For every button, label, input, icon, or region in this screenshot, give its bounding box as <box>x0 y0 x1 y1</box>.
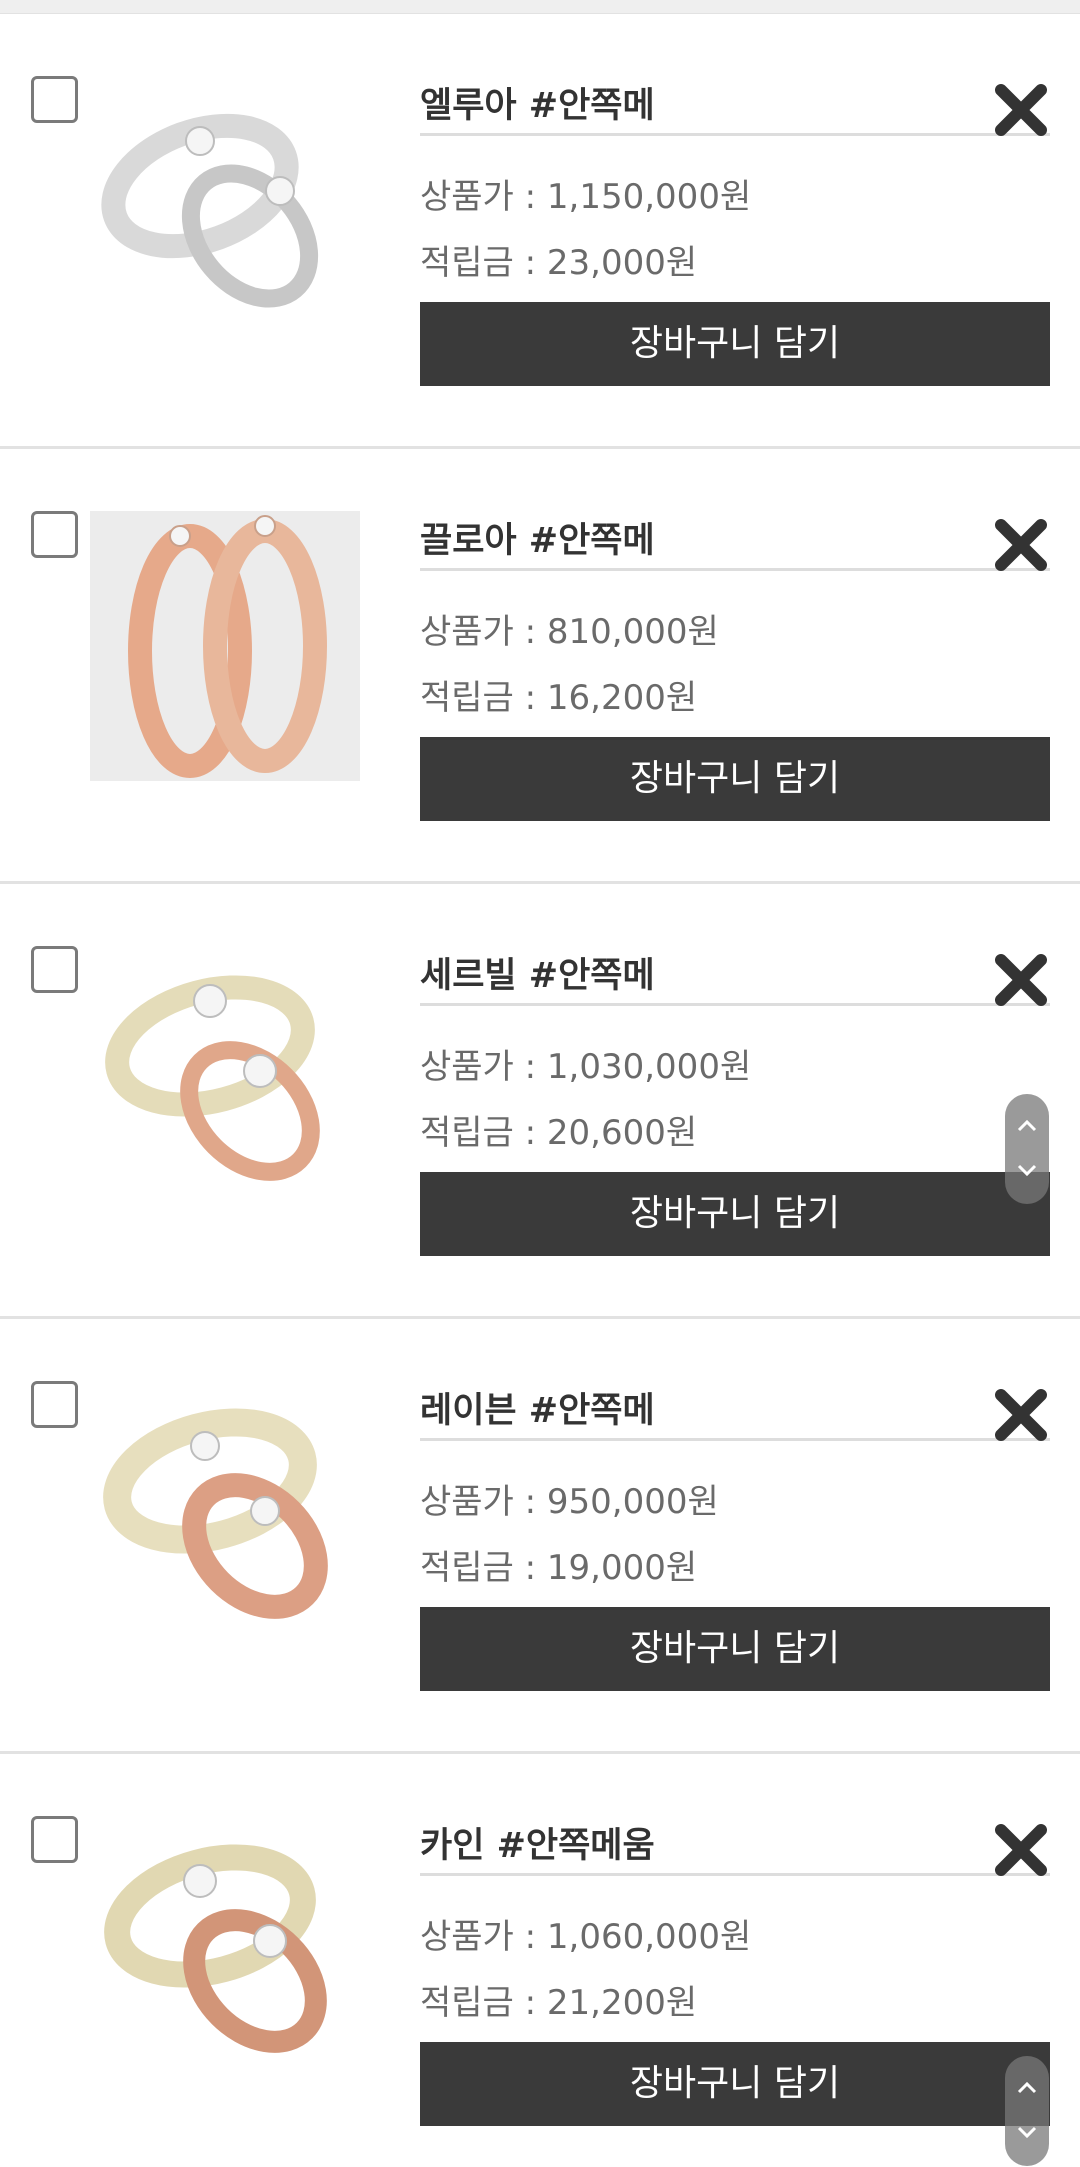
scroll-handle[interactable] <box>1005 1094 1049 1204</box>
chevron-up-icon[interactable] <box>1013 2074 1041 2102</box>
add-to-cart-button[interactable]: 장바구니 담기 <box>420 737 1050 821</box>
product-name[interactable]: 끌로아 #안쪽메 <box>420 511 1050 571</box>
item-select-checkbox[interactable] <box>31 1816 78 1863</box>
chevron-down-icon[interactable] <box>1013 1156 1041 1184</box>
item-select-checkbox[interactable] <box>31 76 78 123</box>
item-select-checkbox[interactable] <box>31 946 78 993</box>
ring-image <box>90 1381 360 1651</box>
cart-item: 카인 #안쪽메움 상품가 : 1,060,000원 적립금 : 21,200원 … <box>0 1754 1080 2167</box>
chevron-down-icon[interactable] <box>1013 2118 1041 2146</box>
product-price: 상품가 : 1,150,000원 <box>420 177 752 217</box>
product-price: 상품가 : 1,030,000원 <box>420 1047 752 1087</box>
product-name[interactable]: 엘루아 #안쪽메 <box>420 76 1050 136</box>
item-select-checkbox[interactable] <box>31 1381 78 1428</box>
product-points: 적립금 : 23,000원 <box>420 243 698 283</box>
ring-image <box>90 511 360 781</box>
product-price: 상품가 : 1,060,000원 <box>420 1917 752 1957</box>
product-thumbnail[interactable] <box>90 1381 360 1651</box>
add-to-cart-button[interactable]: 장바구니 담기 <box>420 1172 1050 1256</box>
add-to-cart-button[interactable]: 장바구니 담기 <box>420 302 1050 386</box>
cart-item: 끌로아 #안쪽메 상품가 : 810,000원 적립금 : 16,200원 장바… <box>0 449 1080 884</box>
product-thumbnail[interactable] <box>90 511 360 781</box>
product-price: 상품가 : 810,000원 <box>420 612 719 652</box>
scroll-handle[interactable] <box>1005 2056 1049 2166</box>
product-name[interactable]: 세르빌 #안쪽메 <box>420 946 1050 1006</box>
item-select-checkbox[interactable] <box>31 511 78 558</box>
product-points: 적립금 : 20,600원 <box>420 1113 698 1153</box>
close-x-icon[interactable] <box>993 1822 1049 1878</box>
product-thumbnail[interactable] <box>90 1816 360 2086</box>
product-points: 적립금 : 16,200원 <box>420 678 698 718</box>
ring-image <box>90 1816 360 2086</box>
ring-image <box>90 946 360 1216</box>
close-x-icon[interactable] <box>993 952 1049 1008</box>
product-thumbnail[interactable] <box>90 76 360 346</box>
ring-image <box>90 76 360 346</box>
cart-item: 엘루아 #안쪽메 상품가 : 1,150,000원 적립금 : 23,000원 … <box>0 14 1080 449</box>
product-name[interactable]: 카인 #안쪽메움 <box>420 1816 1050 1876</box>
cart-item: 레이븐 #안쪽메 상품가 : 950,000원 적립금 : 19,000원 장바… <box>0 1319 1080 1754</box>
cart-item: 세르빌 #안쪽메 상품가 : 1,030,000원 적립금 : 20,600원 … <box>0 884 1080 1319</box>
product-thumbnail[interactable] <box>90 946 360 1216</box>
close-x-icon[interactable] <box>993 517 1049 573</box>
close-x-icon[interactable] <box>993 1387 1049 1443</box>
add-to-cart-button[interactable]: 장바구니 담기 <box>420 2042 1050 2126</box>
cart-page: 엘루아 #안쪽메 상품가 : 1,150,000원 적립금 : 23,000원 … <box>0 0 1080 2167</box>
product-name[interactable]: 레이븐 #안쪽메 <box>420 1381 1050 1441</box>
close-x-icon[interactable] <box>993 82 1049 138</box>
chevron-up-icon[interactable] <box>1013 1112 1041 1140</box>
product-price: 상품가 : 950,000원 <box>420 1482 719 1522</box>
product-points: 적립금 : 21,200원 <box>420 1983 698 2023</box>
product-points: 적립금 : 19,000원 <box>420 1548 698 1588</box>
add-to-cart-button[interactable]: 장바구니 담기 <box>420 1607 1050 1691</box>
